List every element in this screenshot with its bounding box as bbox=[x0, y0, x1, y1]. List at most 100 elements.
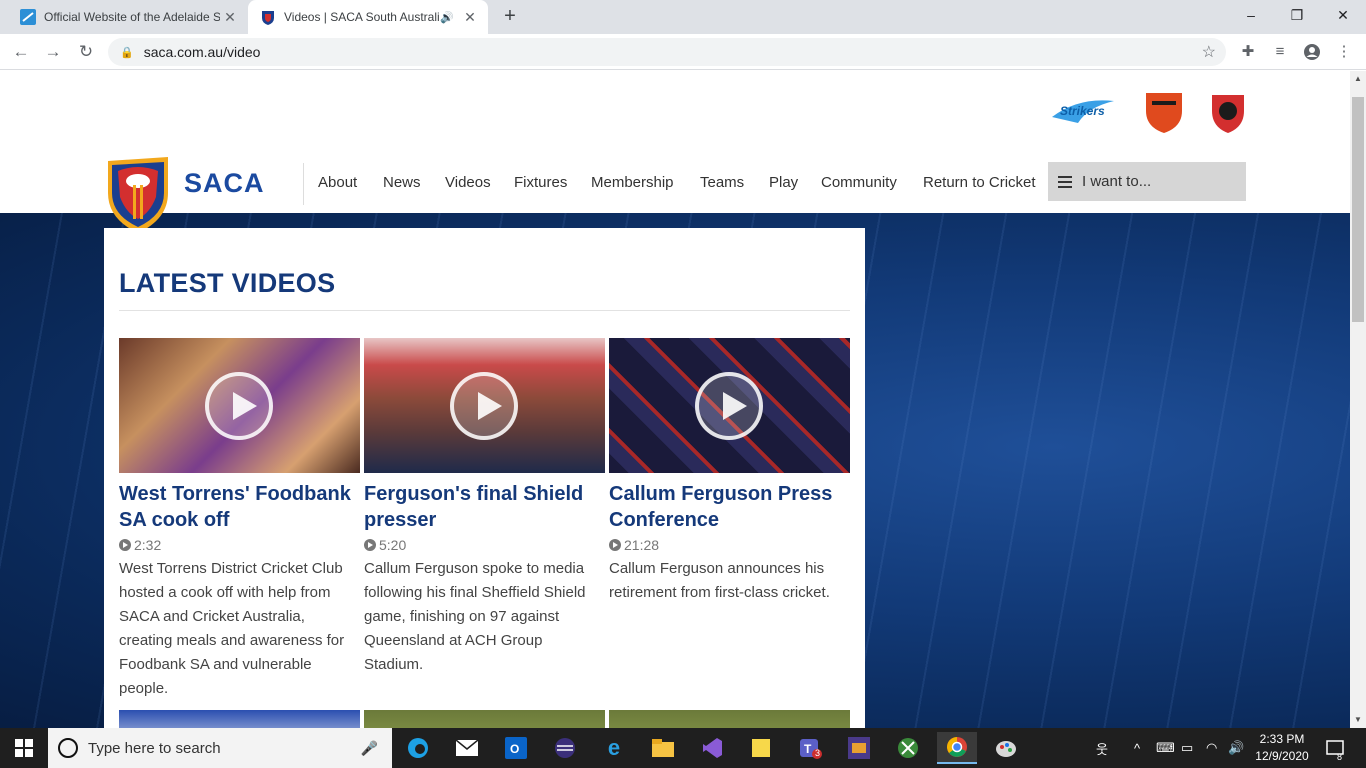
media-control-icon[interactable]: ≡ bbox=[1268, 40, 1292, 64]
new-tab-button[interactable]: + bbox=[498, 4, 522, 28]
svg-text:O: O bbox=[510, 742, 519, 756]
internet-explorer-icon[interactable]: e bbox=[594, 732, 634, 764]
profile-icon[interactable] bbox=[1300, 40, 1324, 64]
notification-count: 8 bbox=[1337, 752, 1343, 762]
file-explorer-icon[interactable] bbox=[643, 732, 683, 764]
video-thumbnail[interactable] bbox=[609, 338, 850, 473]
address-bar[interactable]: 🔒 saca.com.au/video ☆ bbox=[108, 38, 1226, 66]
video-title[interactable]: West Torrens' Foodbank SA cook off bbox=[119, 481, 360, 533]
show-hidden-icons[interactable]: ^ bbox=[1134, 728, 1140, 768]
nav-videos[interactable]: Videos bbox=[445, 174, 491, 191]
keyboard-indicator-icon[interactable]: ⌨ bbox=[1156, 728, 1175, 768]
video-item: Ferguson's final Shield presser 5:20 Cal… bbox=[364, 338, 605, 677]
section-divider bbox=[119, 310, 850, 311]
nav-teams[interactable]: Teams bbox=[700, 174, 744, 191]
play-icon[interactable] bbox=[695, 372, 763, 440]
hamburger-icon bbox=[1058, 175, 1072, 188]
tab-saca-videos[interactable]: Videos | SACA South Australi 🔊 ✕ bbox=[248, 0, 488, 34]
search-icon bbox=[58, 738, 78, 758]
url-text: saca.com.au/video bbox=[143, 44, 261, 60]
saca-logo-text[interactable]: SACA bbox=[184, 168, 265, 199]
play-icon[interactable] bbox=[205, 372, 273, 440]
microphone-icon[interactable]: 🎤 bbox=[361, 740, 378, 757]
volume-icon[interactable]: 🔊 bbox=[1228, 728, 1244, 768]
duration-play-icon bbox=[364, 539, 376, 551]
scrollbar-thumb[interactable] bbox=[1352, 97, 1364, 322]
tab-adelaide[interactable]: Official Website of the Adelaide S ✕ bbox=[8, 0, 248, 34]
clock-date: 12/9/2020 bbox=[1255, 749, 1309, 763]
menu-icon[interactable]: ⋮ bbox=[1332, 40, 1356, 64]
browser-toolbar: ← → ↻ 🔒 saca.com.au/video ☆ ✚ ≡ ⋮ bbox=[0, 34, 1366, 70]
video-thumbnail-partial[interactable] bbox=[364, 710, 605, 728]
people-icon[interactable]: 웃 bbox=[1096, 728, 1108, 768]
section-title: LATEST VIDEOS bbox=[119, 268, 336, 298]
close-window-button[interactable]: ✕ bbox=[1320, 0, 1366, 30]
video-item: West Torrens' Foodbank SA cook off 2:32 … bbox=[119, 338, 360, 701]
strikers-favicon-icon bbox=[20, 9, 36, 25]
scroll-down-icon[interactable]: ▼ bbox=[1350, 712, 1366, 728]
video-title[interactable]: Ferguson's final Shield presser bbox=[364, 481, 605, 533]
teams-icon[interactable]: T 3 bbox=[790, 732, 830, 764]
windows-start-icon[interactable] bbox=[0, 728, 48, 768]
chrome-icon[interactable] bbox=[937, 732, 977, 764]
redbacks-logo[interactable] bbox=[1208, 89, 1248, 135]
video-thumbnail-partial[interactable] bbox=[119, 710, 360, 728]
xbox-icon[interactable] bbox=[888, 732, 928, 764]
nav-news[interactable]: News bbox=[383, 174, 421, 191]
close-tab-icon[interactable]: ✕ bbox=[460, 9, 480, 26]
header-divider bbox=[303, 163, 304, 205]
video-item: Callum Ferguson Press Conference 21:28 C… bbox=[609, 338, 850, 605]
duration-play-icon bbox=[609, 539, 621, 551]
scroll-up-icon[interactable]: ▲ bbox=[1350, 71, 1366, 87]
duration-play-icon bbox=[119, 539, 131, 551]
sticky-notes-icon[interactable] bbox=[741, 732, 781, 764]
scorpions-logo[interactable] bbox=[1142, 89, 1186, 135]
bookmark-star-icon[interactable]: ☆ bbox=[1202, 42, 1216, 62]
forward-icon[interactable]: → bbox=[41, 40, 65, 64]
system-clock[interactable]: 2:33 PM 12/9/2020 bbox=[1252, 731, 1312, 765]
edge-icon[interactable] bbox=[398, 732, 438, 764]
reload-icon[interactable]: ↻ bbox=[74, 40, 98, 64]
minimize-button[interactable]: – bbox=[1228, 0, 1274, 30]
video-duration: 21:28 bbox=[609, 537, 850, 553]
wifi-icon[interactable]: ◠ bbox=[1206, 728, 1217, 768]
visual-studio-icon[interactable] bbox=[692, 732, 732, 764]
restore-button[interactable]: ❐ bbox=[1274, 0, 1320, 30]
nav-play[interactable]: Play bbox=[769, 174, 798, 191]
audio-playing-icon[interactable]: 🔊 bbox=[440, 11, 454, 24]
i-want-to-menu[interactable]: I want to... bbox=[1048, 162, 1246, 201]
play-icon[interactable] bbox=[450, 372, 518, 440]
close-tab-icon[interactable]: ✕ bbox=[220, 9, 240, 26]
nav-fixtures[interactable]: Fixtures bbox=[514, 174, 567, 191]
windows-taskbar: Type here to search 🎤 O e T 3 웃 ^ ⌨ ▭ ◠ … bbox=[0, 728, 1366, 768]
page-scrollbar[interactable]: ▲ ▼ bbox=[1350, 71, 1366, 728]
video-thumbnail[interactable] bbox=[364, 338, 605, 473]
saca-shield-logo[interactable] bbox=[106, 157, 170, 233]
taskbar-search[interactable]: Type here to search 🎤 bbox=[48, 728, 392, 768]
video-title[interactable]: Callum Ferguson Press Conference bbox=[609, 481, 850, 533]
svg-text:Strikers: Strikers bbox=[1060, 104, 1105, 118]
back-icon[interactable]: ← bbox=[9, 40, 33, 64]
duration-text: 2:32 bbox=[134, 537, 162, 553]
game-app-icon[interactable] bbox=[839, 732, 879, 764]
extensions-icon[interactable]: ✚ bbox=[1236, 40, 1260, 64]
battery-icon[interactable]: ▭ bbox=[1181, 728, 1193, 768]
nav-community[interactable]: Community bbox=[821, 174, 897, 191]
nav-return-to-cricket[interactable]: Return to Cricket bbox=[923, 174, 1036, 191]
i-want-to-label: I want to... bbox=[1082, 173, 1152, 190]
nav-about[interactable]: About bbox=[318, 174, 357, 191]
notifications-icon[interactable]: 8 bbox=[1326, 728, 1344, 768]
strikers-logo[interactable]: Strikers bbox=[1048, 89, 1118, 129]
web-page: Strikers SACA About News Videos Fixtures… bbox=[0, 71, 1350, 728]
video-description: Callum Ferguson spoke to media following… bbox=[364, 560, 586, 673]
outlook-icon[interactable]: O bbox=[496, 732, 536, 764]
paint-icon[interactable] bbox=[986, 732, 1026, 764]
site-header: Strikers SACA About News Videos Fixtures… bbox=[0, 71, 1350, 233]
video-thumbnail-partial[interactable] bbox=[609, 710, 850, 728]
video-thumbnail[interactable] bbox=[119, 338, 360, 473]
duration-text: 5:20 bbox=[379, 537, 407, 553]
eclipse-icon[interactable] bbox=[545, 732, 585, 764]
search-placeholder: Type here to search bbox=[88, 739, 221, 757]
mail-icon[interactable] bbox=[447, 732, 487, 764]
nav-membership[interactable]: Membership bbox=[591, 174, 674, 191]
